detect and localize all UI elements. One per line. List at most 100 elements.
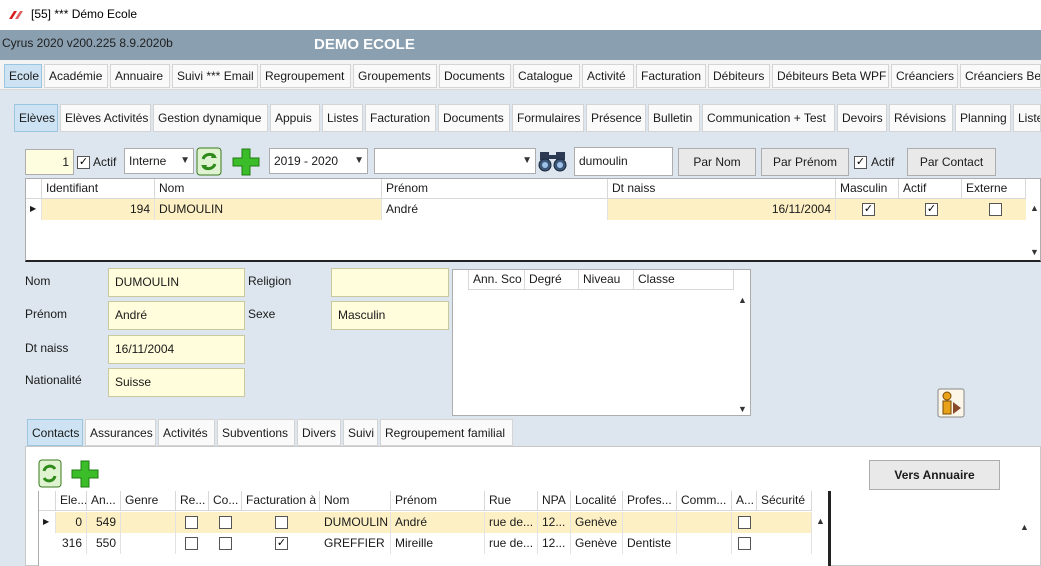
sexe-field[interactable]: Masculin [331,301,449,330]
vers-annuaire-button[interactable]: Vers Annuaire [869,460,1000,490]
cell-actif-checkbox[interactable]: ✓ [925,203,938,216]
cell-facturation-checkbox[interactable] [275,516,288,529]
col-header-actif[interactable]: Actif [899,179,962,199]
refresh-icon[interactable] [196,147,222,176]
type-select[interactable]: Interne ▼ [124,148,194,174]
col-header-nom[interactable]: Nom [320,491,391,511]
col-header-a[interactable]: A... [732,491,757,511]
col-header-prenom[interactable]: Prénom [382,179,608,199]
subtab-devoirs[interactable]: Devoirs [837,104,887,132]
col-header-facturation[interactable]: Facturation à [242,491,320,511]
binoculars-icon[interactable] [537,148,568,174]
subtab-gestion-dynamique[interactable]: Gestion dynamique [153,104,268,132]
menu-facturation[interactable]: Facturation [636,64,706,88]
tab-activites[interactable]: Activités [158,419,215,446]
add-icon[interactable] [70,459,100,489]
search-input[interactable]: dumoulin [574,147,673,176]
tab-subventions[interactable]: Subventions [217,419,295,446]
extra-select[interactable]: ▼ [374,148,536,174]
count-field[interactable]: 1 [25,149,74,175]
subtab-appuis[interactable]: Appuis [270,104,320,132]
cell-co-checkbox[interactable] [219,537,232,550]
menu-creanciers-beta[interactable]: Créanciers Beta [960,64,1041,88]
col-header-re[interactable]: Re... [176,491,209,511]
subtab-planning[interactable]: Planning [955,104,1011,132]
menu-activite[interactable]: Activité [582,64,634,88]
nationalite-field[interactable]: Suisse [108,368,245,397]
col-header-profession[interactable]: Profes... [623,491,677,511]
scroll-down-icon[interactable]: ▼ [738,404,747,414]
menu-creanciers[interactable]: Créanciers [891,64,958,88]
actif-checkbox[interactable]: ✓ [77,156,90,169]
tab-assurances[interactable]: Assurances [85,419,156,446]
year-select[interactable]: 2019 - 2020 ▼ [269,148,368,174]
menu-ecole[interactable]: Ecole [4,64,42,88]
refresh-icon[interactable] [38,459,62,488]
row-selector-icon[interactable]: ▶ [26,199,42,220]
search-by-name-button[interactable]: Par Nom [678,148,756,176]
scroll-up-icon[interactable]: ▲ [816,516,825,526]
tab-contacts[interactable]: Contacts [27,419,83,446]
actif-filter-checkbox[interactable]: ✓ [854,156,867,169]
col-header-an[interactable]: An... [87,491,121,511]
cell-masculin-checkbox[interactable]: ✓ [862,203,875,216]
scroll-up-icon[interactable]: ▲ [738,295,747,305]
col-header-externe[interactable]: Externe [962,179,1026,199]
nom-field[interactable]: DUMOULIN [108,268,245,297]
col-header-genre[interactable]: Genre [121,491,176,511]
menu-suivi-email[interactable]: Suivi *** Email [172,64,258,88]
col-header-nom[interactable]: Nom [155,179,382,199]
col-header-classe[interactable]: Classe [634,270,734,290]
col-header-prenom[interactable]: Prénom [391,491,485,511]
scroll-up-icon[interactable]: ▲ [1020,522,1029,532]
menu-academie[interactable]: Académie [44,64,108,88]
subtab-revisions[interactable]: Révisions [889,104,953,132]
subtab-communication[interactable]: Communication + Test [702,104,835,132]
col-header-identifiant[interactable]: Identifiant [42,179,155,199]
menu-groupements[interactable]: Groupements [353,64,437,88]
subtab-eleves[interactable]: Elèves [14,104,58,132]
row-selector-icon[interactable]: ▶ [39,512,56,533]
scroll-down-icon[interactable]: ▼ [1030,247,1039,257]
menu-annuaire[interactable]: Annuaire [110,64,170,88]
col-header-localite[interactable]: Localité [571,491,623,511]
search-by-firstname-button[interactable]: Par Prénom [761,148,849,176]
dtnaiss-field[interactable]: 16/11/2004 [108,335,245,364]
col-header-degre[interactable]: Degré [525,270,579,290]
person-info-icon[interactable] [937,388,965,418]
subtab-formulaires[interactable]: Formulaires [512,104,584,132]
subtab-eleves-activites[interactable]: Elèves Activités [60,104,151,132]
subtab-documents[interactable]: Documents [438,104,510,132]
menu-catalogue[interactable]: Catalogue [513,64,580,88]
cell-externe-checkbox[interactable] [989,203,1002,216]
subtab-facturation[interactable]: Facturation [365,104,436,132]
menu-regroupement[interactable]: Regroupement [260,64,351,88]
cell-re-checkbox[interactable] [185,516,198,529]
subtab-listes[interactable]: Listes [322,104,363,132]
menu-debiteurs-beta[interactable]: Débiteurs Beta WPF [772,64,889,88]
tab-divers[interactable]: Divers [297,419,341,446]
tab-regroupement-familial[interactable]: Regroupement familial [380,419,513,446]
col-header-annsco[interactable]: Ann. Sco [469,270,525,290]
col-header-comm[interactable]: Comm... [677,491,732,511]
subtab-bulletin[interactable]: Bulletin [648,104,700,132]
cell-co-checkbox[interactable] [219,516,232,529]
cell-facturation-checkbox[interactable]: ✓ [275,537,288,550]
col-header-rue[interactable]: Rue [485,491,538,511]
religion-field[interactable] [331,268,449,297]
cell-a-checkbox[interactable] [738,516,751,529]
search-by-contact-button[interactable]: Par Contact [907,148,996,176]
col-header-masculin[interactable]: Masculin [836,179,899,199]
menu-documents[interactable]: Documents [439,64,511,88]
cell-a-checkbox[interactable] [738,537,751,550]
col-header-securite[interactable]: Sécurité [757,491,812,511]
col-header-co[interactable]: Co... [209,491,242,511]
cell-re-checkbox[interactable] [185,537,198,550]
tab-suivi[interactable]: Suivi [343,419,378,446]
subtab-liste[interactable]: Liste [1013,104,1041,132]
prenom-field[interactable]: André [108,301,245,330]
menu-debiteurs[interactable]: Débiteurs [708,64,770,88]
col-header-ele[interactable]: Ele... [56,491,87,511]
subtab-presence[interactable]: Présence [586,104,646,132]
col-header-niveau[interactable]: Niveau [579,270,634,290]
